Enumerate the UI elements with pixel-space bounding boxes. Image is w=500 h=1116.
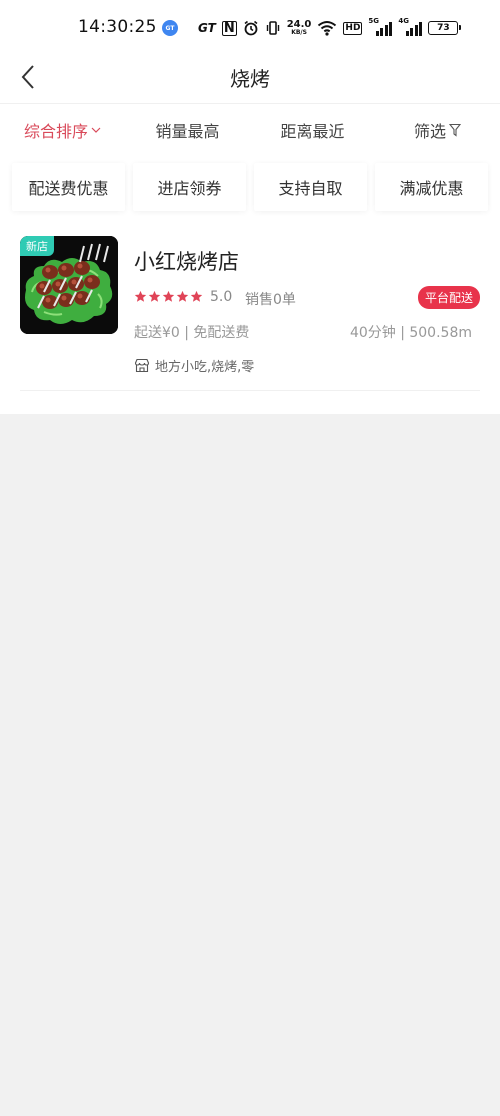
gt-app-icon: GT [162,20,178,36]
status-bar: 14:30:25 GT GT N 24.0 KB/S HD 5G 4G 73 [0,0,500,56]
status-time: 14:30:25 [78,17,157,37]
page-title: 烧烤 [230,67,270,91]
vibrate-icon [266,21,279,35]
star-icon [148,290,161,302]
sales-count: 销售0单 [245,292,296,308]
shop-thumbnail: 新店 [20,236,118,334]
category-text: 地方小吃,烧烤,零 [155,360,255,375]
rating-score: 5.0 [210,289,233,305]
battery-icon: 73 [428,21,462,35]
nfc-icon: N [221,20,237,36]
shop-category: 地方小吃,烧烤,零 [134,356,254,375]
star-icon [176,290,189,302]
chip-store-coupon[interactable]: 进店领券 [133,163,246,211]
delivery-info: 起送¥0 | 免配送费 [134,325,250,341]
store-icon [134,358,150,373]
star-icon [134,290,147,302]
network-speed: 24.0 KB/S [286,19,312,36]
new-shop-tag: 新店 [20,236,54,256]
shop-card[interactable]: 新店 小红烧烤店 5.0 销售0单 平台配送 起送¥0 | 免配送费 40分钟 … [0,222,500,392]
time-distance: 40分钟 | 500.58m [349,325,472,341]
tab-filter[interactable]: 筛选 [375,112,500,148]
platform-delivery-badge: 平台配送 [417,286,480,309]
signal-4g-icon: 4G [398,17,423,36]
star-icon [162,290,175,302]
funnel-icon [449,123,461,137]
star-icon [190,290,203,302]
gt-mode-icon: GT [198,21,216,35]
tab-comprehensive-sort[interactable]: 综合排序 [0,112,125,148]
sort-tabs: 综合排序 销量最高 距离最近 筛选 [0,112,500,148]
chip-delivery-discount[interactable]: 配送费优惠 [12,163,125,211]
alarm-icon [244,20,258,36]
rating-stars [134,290,203,303]
tab-sales-highest[interactable]: 销量最高 [125,112,250,148]
wifi-icon [318,21,337,36]
chevron-down-icon [91,127,101,133]
status-icons: GT N 24.0 KB/S HD 5G 4G 73 [198,17,462,38]
chip-full-reduction[interactable]: 满减优惠 [375,163,488,211]
hd-voice-icon: HD [343,21,363,35]
chip-self-pickup[interactable]: 支持自取 [254,163,367,211]
nav-bar: 烧烤 [0,56,500,104]
signal-5g-icon: 5G [368,17,393,36]
divider [20,390,480,391]
filter-chips: 配送费优惠 进店领券 支持自取 满减优惠 [12,163,488,211]
shop-name: 小红烧烤店 [134,250,239,274]
tab-distance-nearest[interactable]: 距离最近 [250,112,375,148]
